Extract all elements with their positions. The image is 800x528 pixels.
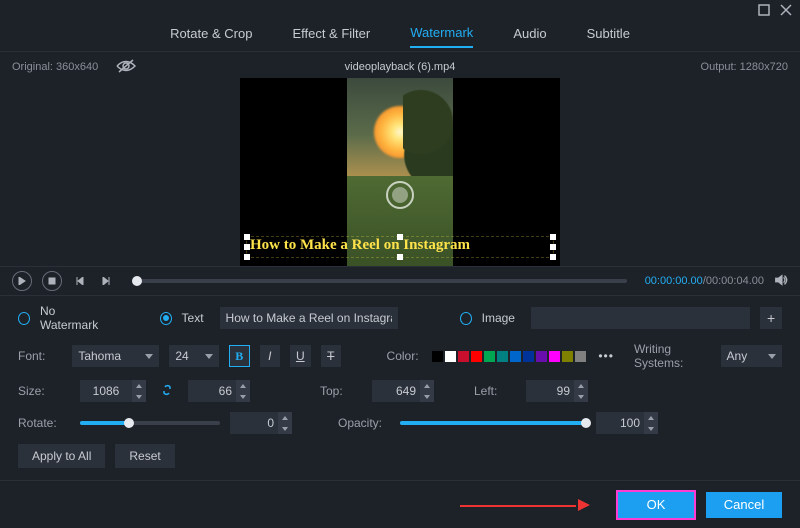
watermark-image-input[interactable] (531, 307, 750, 329)
underline-button[interactable]: U (290, 345, 310, 367)
size-label: Size: (18, 384, 70, 398)
writing-systems-select[interactable]: Any (721, 345, 782, 367)
color-label: Color: (387, 349, 423, 363)
color-swatch[interactable] (575, 351, 586, 362)
opacity-slider[interactable] (400, 421, 586, 425)
watermark-text-input[interactable] (220, 307, 398, 329)
bold-button[interactable]: B (229, 345, 250, 367)
rotate-label: Rotate: (18, 416, 70, 430)
radio-image[interactable] (460, 312, 472, 325)
ok-button[interactable]: OK (618, 492, 694, 518)
color-swatch[interactable] (549, 351, 560, 362)
color-swatch[interactable] (497, 351, 508, 362)
maximize-icon[interactable] (758, 4, 770, 19)
color-swatch[interactable] (510, 351, 521, 362)
radio-text[interactable] (160, 312, 172, 325)
left-label: Left: (474, 384, 516, 398)
opacity-label: Opacity: (338, 416, 390, 430)
color-swatch[interactable] (432, 351, 443, 362)
color-swatch[interactable] (471, 351, 482, 362)
color-swatch[interactable] (484, 351, 495, 362)
preview-toggle-icon[interactable] (116, 59, 136, 76)
opacity-stepper[interactable] (596, 412, 658, 434)
tab-watermark[interactable]: Watermark (410, 25, 473, 48)
video-preview: How to Make a Reel on Instagram (0, 78, 800, 266)
color-swatch[interactable] (523, 351, 534, 362)
close-icon[interactable] (780, 4, 792, 19)
next-frame-button[interactable] (98, 273, 114, 289)
writing-systems-label: Writing Systems: (634, 342, 711, 370)
font-size-select[interactable]: 24 (169, 345, 219, 367)
tab-subtitle[interactable]: Subtitle (587, 26, 630, 47)
prev-frame-button[interactable] (72, 273, 88, 289)
link-size-icon[interactable] (160, 383, 174, 400)
volume-icon[interactable] (774, 273, 788, 290)
stop-button[interactable] (42, 271, 62, 291)
font-family-select[interactable]: Tahoma (72, 345, 159, 367)
apply-all-button[interactable]: Apply to All (18, 444, 105, 468)
color-swatch[interactable] (536, 351, 547, 362)
original-size-label: Original: 360x640 (12, 61, 98, 73)
annotation-arrow (460, 504, 590, 506)
rotate-stepper[interactable] (230, 412, 292, 434)
color-swatch[interactable] (458, 351, 469, 362)
tab-effect-filter[interactable]: Effect & Filter (292, 26, 370, 47)
rotate-slider[interactable] (80, 421, 220, 425)
image-label: Image (482, 311, 515, 325)
color-swatch[interactable] (445, 351, 456, 362)
seek-slider[interactable] (132, 279, 627, 283)
cancel-button[interactable]: Cancel (706, 492, 782, 518)
radio-no-watermark[interactable] (18, 312, 30, 325)
top-label: Top: (320, 384, 362, 398)
color-swatches[interactable] (432, 351, 586, 362)
output-size-label: Output: 1280x720 (701, 61, 788, 73)
italic-button[interactable]: I (260, 345, 280, 367)
watermark-overlay-text[interactable]: How to Make a Reel on Instagram (250, 237, 550, 254)
more-colors-icon[interactable]: ••• (598, 349, 614, 363)
font-label: Font: (18, 349, 62, 363)
play-button[interactable] (12, 271, 32, 291)
tab-rotate-crop[interactable]: Rotate & Crop (170, 26, 252, 47)
no-watermark-label: No Watermark (40, 304, 110, 332)
text-label: Text (182, 311, 204, 325)
reset-button[interactable]: Reset (115, 444, 174, 468)
color-swatch[interactable] (562, 351, 573, 362)
tab-audio[interactable]: Audio (513, 26, 546, 47)
top-stepper[interactable] (372, 380, 434, 402)
add-image-button[interactable]: + (760, 307, 782, 329)
strike-button[interactable]: T (321, 345, 341, 367)
filename-label: videoplayback (6).mp4 (345, 61, 456, 73)
left-stepper[interactable] (526, 380, 588, 402)
width-stepper[interactable] (80, 380, 146, 402)
time-display: 00:00:00.00/00:00:04.00 (645, 275, 764, 287)
height-stepper[interactable] (188, 380, 250, 402)
